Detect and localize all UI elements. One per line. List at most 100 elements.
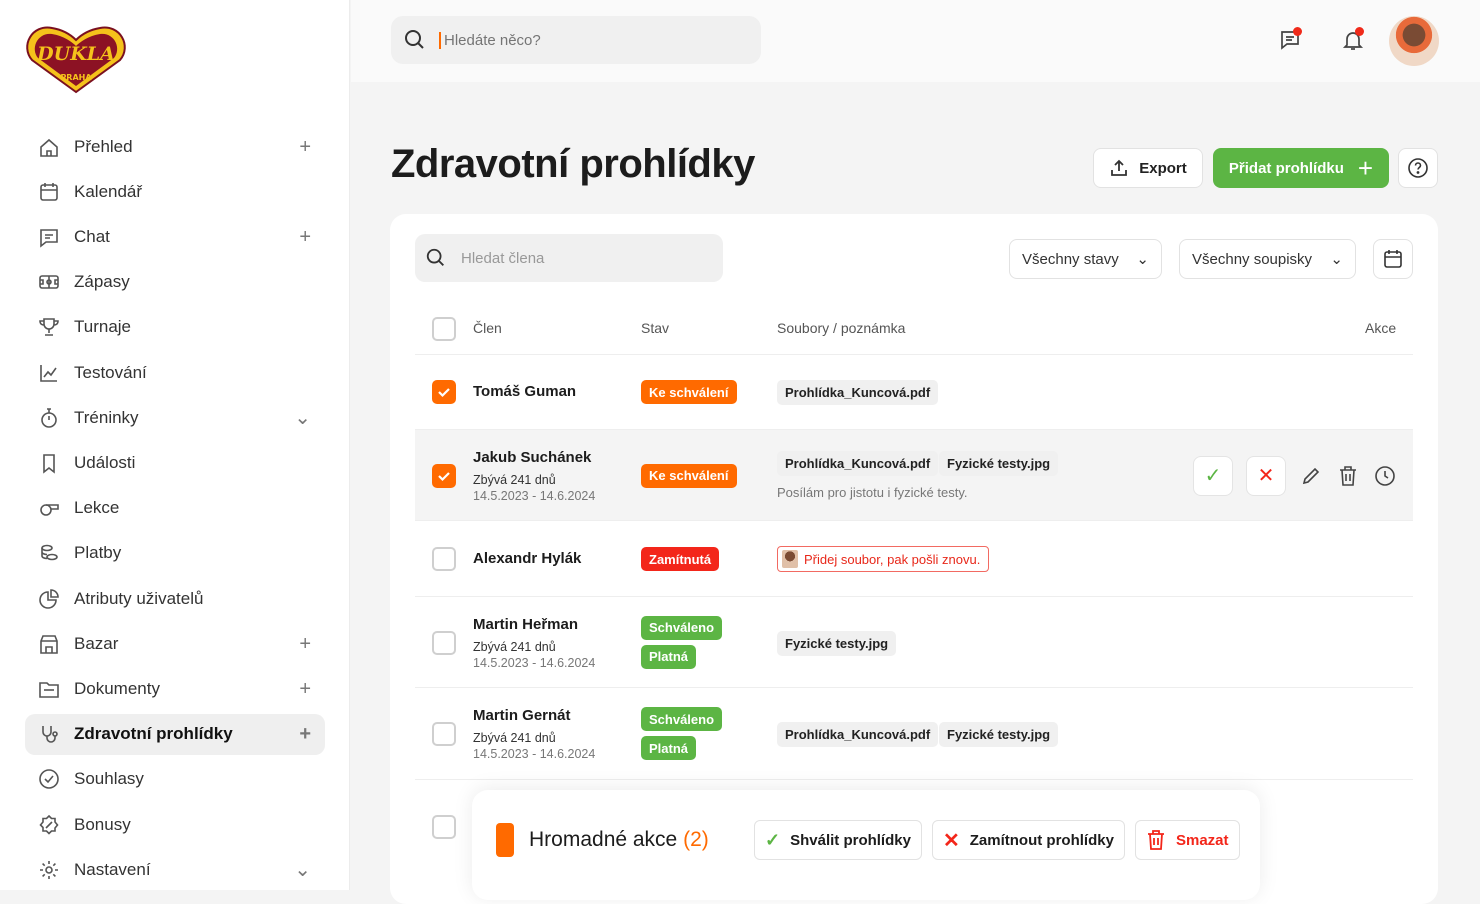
whistle-icon: [40, 504, 59, 516]
edit-icon[interactable]: [1300, 465, 1322, 487]
row-checkbox[interactable]: [432, 547, 456, 571]
member-name[interactable]: Martin Gernát: [473, 707, 571, 724]
row-checkbox[interactable]: [432, 722, 456, 746]
chevron-down-icon[interactable]: ⌄: [294, 408, 311, 428]
svg-text:PRAHA: PRAHA: [60, 73, 92, 82]
file-chip[interactable]: Prohlídka_Kuncová.pdf: [777, 450, 939, 476]
sidebar-item-lekce[interactable]: Lekce: [25, 488, 325, 529]
member-search-placeholder[interactable]: Hledat člena: [461, 250, 544, 267]
row-checkbox[interactable]: [432, 380, 456, 404]
reject-button[interactable]: ✕: [1246, 455, 1286, 496]
approve-bulk-button[interactable]: ✓ Shválit prohlídky: [754, 820, 922, 860]
chevron-down-icon: ⌄: [1330, 251, 1343, 268]
member-name[interactable]: Martin Heřman: [473, 616, 578, 633]
file-chip[interactable]: Fyzické testy.jpg: [777, 630, 897, 656]
status-badge: Platná: [641, 644, 697, 669]
sidebar-item-label: Zápasy: [74, 272, 130, 292]
approve-bulk-label: Shválit prohlídky: [790, 831, 911, 849]
sidebar-item-treninky[interactable]: Tréninky ⌄: [25, 397, 325, 438]
sidebar-item-platby[interactable]: Platby: [25, 533, 325, 574]
check-circle-icon: [39, 769, 59, 790]
sidebar-item-dokumenty[interactable]: Dokumenty +: [25, 668, 325, 709]
chevron-down-icon: ⌄: [1136, 251, 1149, 268]
sidebar-item-label: Zdravotní prohlídky: [74, 724, 233, 744]
history-icon[interactable]: [1374, 465, 1396, 487]
global-search[interactable]: [391, 16, 761, 64]
bulk-actions-panel: Hromadné akce (2) ✓ Shválit prohlídky ✕ Za…: [472, 790, 1260, 900]
global-search-input[interactable]: [439, 31, 739, 49]
sidebar-item-label: Bonusy: [74, 814, 131, 834]
add-checkup-button[interactable]: Přidat prohlídku +: [1213, 148, 1389, 188]
validity-period: 14.5.2023 - 14.6.2024: [473, 488, 596, 503]
header-member[interactable]: Člen: [473, 320, 502, 336]
sidebar-item-bazar[interactable]: Bazar +: [25, 623, 325, 664]
select-all-checkbox[interactable]: [432, 317, 456, 341]
status-badge: Zamítnutá: [641, 547, 720, 571]
sidebar-item-label: Události: [74, 452, 136, 472]
member-name[interactable]: Tomáš Guman: [473, 383, 576, 400]
avatar[interactable]: [1389, 16, 1439, 66]
file-chip[interactable]: Fyzické testy.jpg: [939, 722, 1059, 747]
sidebar-item-label: Bazar: [74, 633, 119, 653]
svg-text:DUKLA: DUKLA: [36, 43, 115, 65]
check-icon: ✓: [765, 829, 781, 850]
calendar-icon: [1384, 250, 1402, 268]
delete-bulk-button[interactable]: Smazat: [1135, 820, 1240, 860]
chart-line-icon: [40, 364, 57, 382]
file-chip[interactable]: Prohlídka_Kuncová.pdf: [777, 722, 939, 747]
file-chip[interactable]: Prohlídka_Kuncová.pdf: [777, 380, 939, 405]
sidebar-item-testovani[interactable]: Testování: [25, 352, 325, 393]
status-badge: Platná: [641, 736, 697, 760]
roster-filter[interactable]: Všechny soupisky ⌄: [1179, 239, 1356, 279]
add-icon[interactable]: +: [299, 679, 311, 699]
trophy-icon: [39, 318, 59, 337]
remaining-days: Zbývá 241 dnů: [473, 731, 556, 745]
check-icon: ✓: [1204, 465, 1222, 487]
sidebar-item-label: Dokumenty: [74, 678, 160, 698]
table-row: [415, 597, 1413, 688]
sidebar-item-label: Nastavení: [74, 859, 151, 879]
dukla-logo[interactable]: DUKLA PRAHA: [24, 22, 128, 94]
sidebar-item-nastaveni[interactable]: Nastavení ⌄: [25, 849, 325, 890]
reject-bulk-button[interactable]: ✕ Zamítnout prohlídky: [932, 820, 1125, 860]
add-icon[interactable]: +: [299, 227, 311, 247]
row-checkbox[interactable]: [432, 630, 456, 655]
status-filter[interactable]: Všechny stavy ⌄: [1009, 239, 1162, 279]
roster-filter-value: Všechny soupisky: [1192, 250, 1313, 268]
row-checkbox[interactable]: [432, 815, 456, 839]
date-filter-button[interactable]: [1373, 239, 1413, 279]
bulk-indicator: [496, 823, 514, 857]
row-checkbox[interactable]: [432, 463, 456, 488]
messages-dot: [1293, 27, 1302, 36]
add-icon[interactable]: +: [299, 634, 311, 654]
stopwatch-icon: [41, 407, 57, 428]
member-name[interactable]: Alexandr Hylák: [473, 550, 581, 567]
sidebar-item-udalosti[interactable]: Události: [25, 442, 325, 483]
export-button[interactable]: Export: [1093, 148, 1203, 188]
member-search[interactable]: Hledat člena: [415, 234, 723, 282]
sidebar-item-souhlasy[interactable]: Souhlasy: [25, 759, 325, 800]
status-badge: Schváleno: [641, 615, 723, 640]
sidebar-item-chat[interactable]: Chat +: [25, 216, 325, 257]
add-icon[interactable]: +: [299, 137, 311, 157]
remaining-days: Zbývá 241 dnů: [473, 472, 556, 487]
member-name[interactable]: Jakub Suchánek: [473, 449, 591, 466]
sidebar-item-zapasy[interactable]: Zápasy: [25, 262, 325, 303]
chevron-down-icon[interactable]: ⌄: [294, 860, 311, 880]
store-icon: [40, 634, 58, 654]
sidebar-item-kalendar[interactable]: Kalendář: [25, 171, 325, 212]
sidebar-item-prehled[interactable]: Přehled +: [25, 126, 325, 167]
trash-icon[interactable]: [1337, 465, 1359, 487]
sidebar-item-bonusy[interactable]: Bonusy: [25, 804, 325, 845]
sidebar-item-turnaje[interactable]: Turnaje: [25, 307, 325, 348]
folder-icon: [39, 682, 59, 698]
sidebar-item-zdravotni-prohlidky[interactable]: Zdravotní prohlídky +: [25, 713, 325, 755]
sidebar-item-atributy-uzivatelu[interactable]: Atributy uživatelů: [25, 578, 325, 619]
file-chip[interactable]: Fyzické testy.jpg: [939, 450, 1059, 476]
bulk-title-text: Hromadné akce: [529, 828, 678, 851]
reject-bulk-label: Zamítnout prohlídky: [969, 831, 1114, 849]
add-icon[interactable]: +: [299, 724, 311, 744]
sidebar-item-label: Kalendář: [74, 181, 143, 201]
approve-button[interactable]: ✓: [1193, 455, 1233, 496]
help-button[interactable]: [1398, 148, 1438, 188]
